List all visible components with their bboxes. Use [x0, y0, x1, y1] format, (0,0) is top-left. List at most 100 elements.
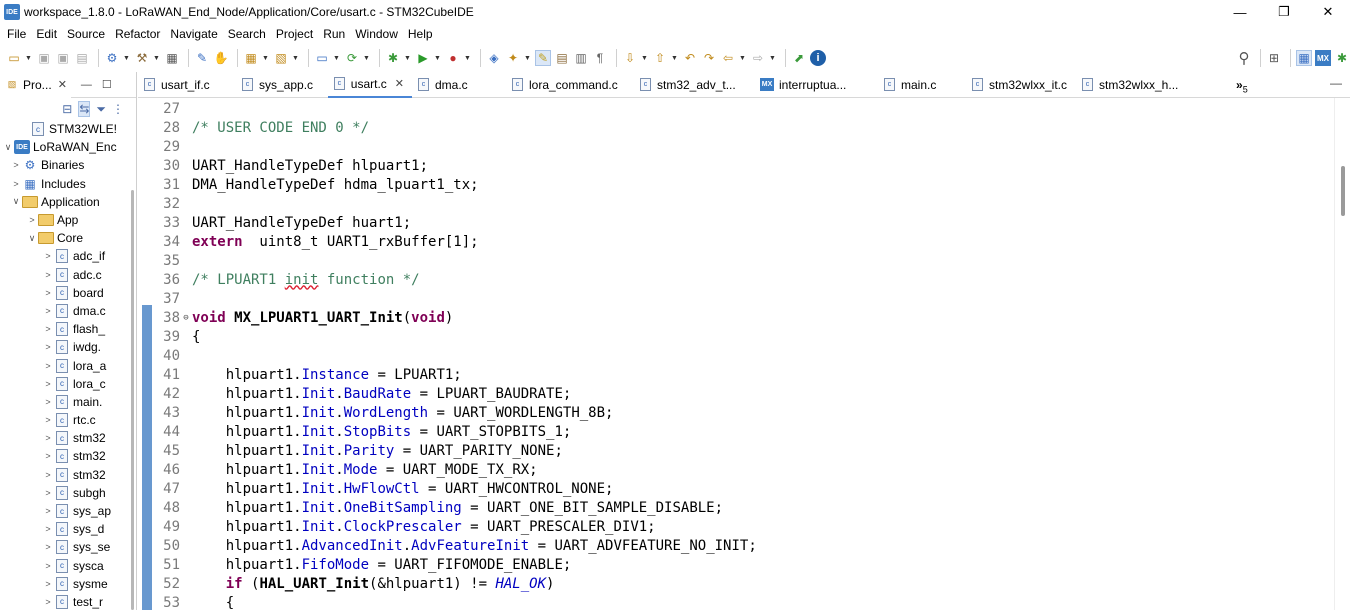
- show-whitespace-icon[interactable]: ¶: [592, 50, 608, 66]
- new-dropdown-icon[interactable]: ▼: [25, 55, 32, 62]
- highlight-marker-icon[interactable]: ✎: [535, 50, 551, 66]
- collapsed-chevron-icon[interactable]: >: [42, 361, 54, 371]
- tree-item[interactable]: > App: [0, 211, 136, 229]
- cpp-perspective-icon[interactable]: ▦: [1296, 50, 1312, 66]
- external-tools-icon[interactable]: ●: [445, 50, 461, 66]
- tree-item[interactable]: > ▦ Includes: [0, 175, 136, 193]
- tree-item[interactable]: > c stm32: [0, 429, 136, 447]
- explorer-scrollbar[interactable]: [128, 190, 135, 610]
- new-project-icon[interactable]: ▦: [243, 50, 259, 66]
- menu-refactor[interactable]: Refactor: [110, 24, 165, 44]
- new-file-icon[interactable]: ▭: [6, 50, 22, 66]
- collapsed-chevron-icon[interactable]: >: [10, 179, 22, 189]
- collapsed-chevron-icon[interactable]: >: [42, 415, 54, 425]
- editor-scrollbar[interactable]: [1334, 98, 1350, 610]
- close-tab-icon[interactable]: ✕: [395, 77, 404, 90]
- tree-item[interactable]: > c sys_d: [0, 520, 136, 538]
- settings-dropdown-icon[interactable]: ▼: [123, 55, 130, 62]
- tool-icon[interactable]: ✋: [213, 50, 229, 66]
- project-explorer-tab[interactable]: ▧ Pro... ✕: [0, 72, 71, 98]
- collapsed-chevron-icon[interactable]: >: [42, 324, 54, 334]
- binary-icon[interactable]: ▦: [164, 50, 180, 66]
- word-wrap-icon[interactable]: ▥: [573, 50, 589, 66]
- toggle-block-icon[interactable]: ▤: [554, 50, 570, 66]
- menu-navigate[interactable]: Navigate: [165, 24, 222, 44]
- menu-file[interactable]: File: [2, 24, 31, 44]
- filter-icon[interactable]: ⏷: [96, 102, 106, 117]
- mx-perspective-icon[interactable]: MX: [1315, 50, 1331, 66]
- collapsed-chevron-icon[interactable]: >: [42, 270, 54, 280]
- editor-tab[interactable]: c usart.c ✕: [328, 71, 412, 98]
- editor-area-controls[interactable]: —: [1330, 76, 1342, 90]
- collapsed-chevron-icon[interactable]: >: [42, 597, 54, 607]
- refresh-dropdown-icon[interactable]: ▼: [363, 55, 370, 62]
- tree-item[interactable]: > c iwdg.: [0, 338, 136, 356]
- maximize-view-icon[interactable]: ☐: [102, 78, 112, 91]
- collapsed-chevron-icon[interactable]: >: [42, 397, 54, 407]
- debug-perspective-icon[interactable]: ✱: [1334, 50, 1350, 66]
- tree-item[interactable]: > c adc.c: [0, 266, 136, 284]
- maximize-button[interactable]: ❐: [1262, 0, 1306, 24]
- tree-item[interactable]: > c test_r: [0, 593, 136, 610]
- forward-arrow-icon[interactable]: ⇨: [750, 50, 766, 66]
- menu-help[interactable]: Help: [403, 24, 438, 44]
- back-arrow-icon[interactable]: ⇦: [720, 50, 736, 66]
- collapsed-chevron-icon[interactable]: >: [42, 306, 54, 316]
- search-icon[interactable]: ⚲: [1236, 50, 1252, 67]
- tree-item[interactable]: ∨ IDE LoRaWAN_Enc: [0, 138, 136, 156]
- new-class-dropdown-icon[interactable]: ▼: [333, 55, 340, 62]
- tree-item[interactable]: > c stm32: [0, 466, 136, 484]
- editor-tab[interactable]: c main.c: [878, 72, 966, 98]
- run-dropdown-icon[interactable]: ▼: [434, 55, 441, 62]
- refresh-icon[interactable]: ⟳: [344, 50, 360, 66]
- collapsed-chevron-icon[interactable]: >: [42, 342, 54, 352]
- link-with-editor-icon[interactable]: ⇆: [78, 101, 91, 117]
- new-class-icon[interactable]: ▭: [314, 50, 330, 66]
- run-play-icon[interactable]: ▶: [415, 50, 431, 66]
- pin-editor-icon[interactable]: ⬈: [791, 50, 807, 66]
- code-text-area[interactable]: 27 28 /* USER CODE END 0 */ 29 30 UART_Handle…: [138, 98, 1350, 610]
- minimize-button[interactable]: —: [1218, 0, 1262, 24]
- editor-scroll-thumb[interactable]: [1341, 166, 1345, 216]
- collapsed-chevron-icon[interactable]: >: [42, 542, 54, 552]
- print-icon[interactable]: ▤: [74, 50, 90, 66]
- view-menu-icon[interactable]: ⋮: [112, 102, 124, 116]
- menu-search[interactable]: Search: [223, 24, 271, 44]
- editor-tab[interactable]: c stm32wlxx_it.c: [966, 72, 1076, 98]
- tree-item[interactable]: > c sysme: [0, 575, 136, 593]
- save-icon[interactable]: ▣: [36, 50, 52, 66]
- open-project-dropdown-icon[interactable]: ▼: [292, 55, 299, 62]
- save-all-icon[interactable]: ▣: [55, 50, 71, 66]
- tree-item[interactable]: c STM32WLE!: [0, 120, 136, 138]
- external-tools-dropdown-icon[interactable]: ▼: [464, 55, 471, 62]
- debug-dropdown-icon[interactable]: ▼: [404, 55, 411, 62]
- tree-item[interactable]: > c sys_se: [0, 538, 136, 556]
- prev-annotation-dropdown-icon[interactable]: ▼: [671, 55, 678, 62]
- expanded-chevron-icon[interactable]: ∨: [10, 196, 22, 207]
- search-tool-dropdown-icon[interactable]: ▼: [524, 55, 531, 62]
- editor-tab[interactable]: c sys_app.c: [236, 72, 328, 98]
- search-tool-icon[interactable]: ✦: [505, 50, 521, 66]
- collapsed-chevron-icon[interactable]: >: [42, 251, 54, 261]
- collapse-all-icon[interactable]: ⊟: [62, 102, 72, 116]
- close-icon[interactable]: ✕: [58, 78, 67, 91]
- tree-item[interactable]: > c subgh: [0, 484, 136, 502]
- collapsed-chevron-icon[interactable]: >: [42, 579, 54, 589]
- tree-item[interactable]: > c lora_c: [0, 375, 136, 393]
- last-edit-icon[interactable]: ↶: [682, 50, 698, 66]
- minimize-view-icon[interactable]: —: [81, 79, 92, 91]
- collapsed-chevron-icon[interactable]: >: [42, 561, 54, 571]
- tree-item[interactable]: ∨ Application: [0, 193, 136, 211]
- editor-tab[interactable]: MX interruptua...: [754, 72, 878, 98]
- tree-item[interactable]: > c adc_if: [0, 247, 136, 265]
- editor-tab[interactable]: c usart_if.c: [138, 72, 236, 98]
- collapsed-chevron-icon[interactable]: >: [10, 160, 22, 170]
- next-annotation-dropdown-icon[interactable]: ▼: [641, 55, 648, 62]
- menu-window[interactable]: Window: [350, 24, 403, 44]
- editor-tab[interactable]: c stm32wlxx_h...: [1076, 72, 1206, 98]
- menu-project[interactable]: Project: [271, 24, 318, 44]
- expanded-chevron-icon[interactable]: ∨: [26, 233, 38, 244]
- tree-item[interactable]: > ⚙ Binaries: [0, 156, 136, 174]
- build-dropdown-icon[interactable]: ▼: [153, 55, 160, 62]
- close-window-button[interactable]: ✕: [1306, 0, 1350, 24]
